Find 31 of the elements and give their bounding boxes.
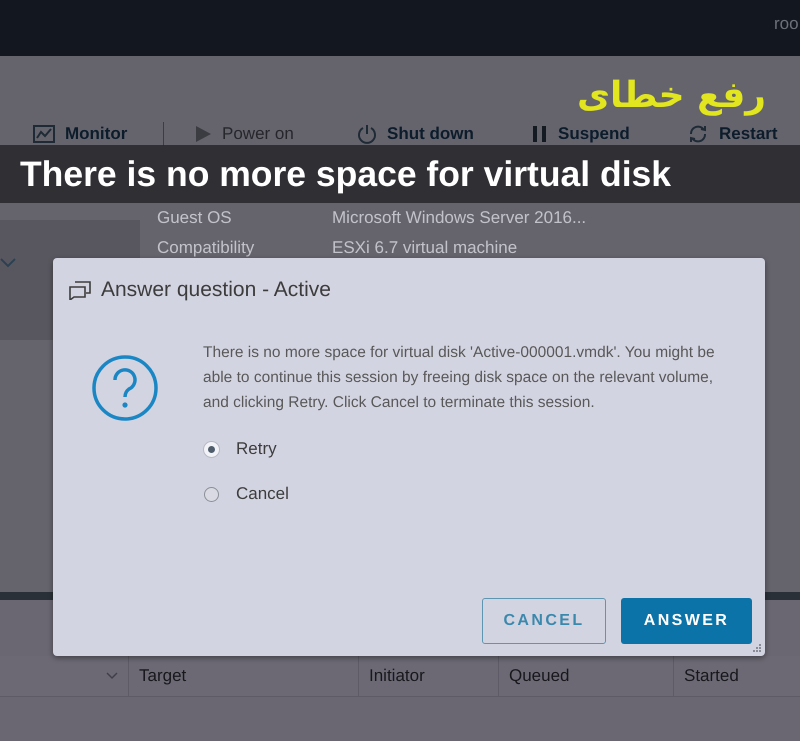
answer-button[interactable]: ANSWER (621, 598, 752, 644)
resize-grip-icon[interactable] (753, 644, 762, 653)
radio-button[interactable] (204, 486, 219, 502)
column-header[interactable]: Initiator (369, 666, 425, 686)
toolbar-button[interactable]: Monitor (33, 124, 163, 144)
pause-icon (532, 125, 548, 143)
chevron-icon (0, 256, 16, 268)
property-value: ESXi 6.7 virtual machine (332, 238, 518, 258)
toolbar-button[interactable]: Restart (687, 124, 800, 144)
play-icon (194, 125, 212, 143)
restart-icon (687, 124, 709, 144)
property-label: Compatibility (157, 238, 256, 258)
dialog-icon (68, 280, 92, 300)
caret-icon[interactable] (106, 672, 118, 680)
banner-title: There is no more space for virtual disk (20, 154, 672, 194)
banner-kicker: رفع خطای (577, 74, 766, 118)
option-label: Cancel (236, 484, 289, 504)
user-name[interactable]: roo (774, 14, 799, 34)
cancel-button[interactable]: CANCEL (482, 598, 606, 644)
toolbar-button[interactable]: Suspend (532, 124, 687, 144)
property-label: Guest OS (157, 208, 233, 228)
question-icon (91, 354, 159, 422)
column-header[interactable]: Target (139, 666, 186, 686)
column-header[interactable]: Queued (509, 666, 570, 686)
chart-icon (33, 125, 55, 143)
dialog-message: There is no more space for virtual disk 'Active-000001.vmdk'. You might be able to continue this session by freeing disk space on the relevant volume, and clicking Retry. Click Cancel to terminate this session. (203, 343, 716, 413)
toolbar-button[interactable]: Shut down (357, 124, 532, 144)
dialog-title: Answer question - Active (101, 278, 331, 302)
property-value: Microsoft Windows Server 2016... (332, 208, 586, 228)
column-header[interactable]: Started (684, 666, 739, 686)
option-label: Retry (236, 439, 277, 459)
